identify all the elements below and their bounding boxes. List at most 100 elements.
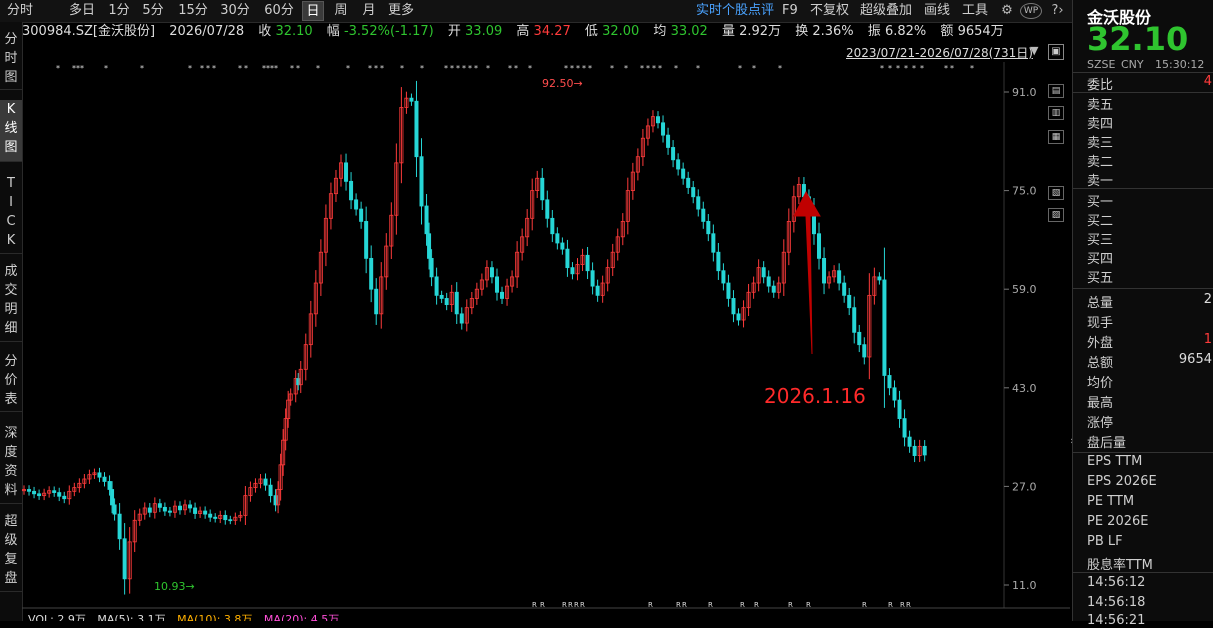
event-star-marker: * [380, 64, 384, 73]
candle-body [842, 282, 847, 296]
candle-body [731, 298, 736, 315]
y-tick-label: 59.0 [1012, 283, 1037, 296]
candle-body [761, 267, 766, 278]
candle-body [570, 267, 575, 275]
candle-body [112, 504, 117, 515]
stat-amount-label: 总额 [1087, 356, 1114, 371]
candle-body [540, 177, 545, 201]
chart-option-icon-3[interactable]: ▦ [1048, 130, 1064, 144]
candle-body [414, 100, 419, 158]
event-star-marker: * [912, 64, 916, 73]
candle-body [736, 313, 741, 321]
candle-body [62, 495, 67, 500]
event-star-marker: * [564, 64, 568, 73]
bid-3: 买三 [1087, 233, 1114, 248]
volume-bar: VOL: 2.9万 MA(5): 3.1万 MA(10): 3.8万 MA(20… [22, 612, 1072, 621]
currency-label: CNY [1121, 58, 1144, 71]
candle-body [223, 514, 228, 521]
candle-body [726, 282, 731, 299]
quote-panel: 金沃股份 32.10 SZSE CNY 15:30:12 委比 4 卖五 卖四 … [1072, 0, 1213, 628]
event-star-marker: * [582, 64, 586, 73]
quote-time: 15:30:12 [1155, 58, 1205, 71]
candle-body [550, 217, 555, 235]
current-price: 32.10 [1087, 20, 1189, 58]
candle-body [907, 436, 912, 447]
candle-body [434, 276, 439, 296]
event-star-marker: * [140, 64, 144, 73]
candle-body [701, 208, 706, 222]
candle-body [429, 257, 434, 278]
vol-ma10: MA(10): 3.8万 [177, 613, 253, 621]
candle-body [666, 134, 671, 148]
event-star-marker: * [674, 64, 678, 73]
event-star-marker: * [528, 64, 532, 73]
event-r-marker: R [580, 601, 585, 609]
candle-body [565, 248, 570, 269]
event-star-marker: * [456, 64, 460, 73]
candle-body [369, 257, 374, 290]
event-star-marker: * [570, 64, 574, 73]
candle-body [892, 387, 897, 401]
ratio-pb-lf: PB LF [1087, 534, 1123, 549]
high-price-label: 92.50→ [542, 77, 583, 90]
event-star-marker: * [576, 64, 580, 73]
candle-body [822, 257, 827, 284]
candle-body [359, 208, 364, 222]
stat-total-volume-label: 总量 [1087, 296, 1114, 311]
event-r-marker: R [682, 601, 687, 609]
candle-body [97, 472, 102, 478]
candle-body [494, 276, 499, 293]
annotation-arrow [793, 190, 821, 355]
ratio-eps-2026e: EPS 2026E [1087, 474, 1157, 489]
exchange-label: SZSE [1087, 58, 1116, 71]
tick-time-2: 14:56:18 [1087, 595, 1146, 610]
candle-body [107, 481, 112, 490]
candle-body [902, 418, 907, 438]
committee-ratio-value: 4 [1203, 74, 1212, 89]
committee-ratio-label: 委比 [1087, 78, 1114, 93]
stat-avg-label: 均价 [1087, 376, 1114, 391]
candle-body [454, 291, 459, 315]
event-star-marker: * [652, 64, 656, 73]
candle-body [419, 156, 424, 207]
candle-body [117, 513, 122, 540]
ask-3: 卖三 [1087, 136, 1114, 151]
chart-option-icon-4[interactable]: ▧ [1048, 186, 1064, 200]
ask-4: 卖四 [1087, 117, 1114, 132]
candle-body [862, 344, 867, 358]
event-star-marker: * [588, 64, 592, 73]
chart-option-icon-5[interactable]: ▨ [1048, 208, 1064, 222]
event-r-marker: R [900, 601, 905, 609]
event-r-marker: R [708, 601, 713, 609]
candle-body [444, 298, 449, 306]
event-star-marker: * [200, 64, 204, 73]
event-star-marker: * [896, 64, 900, 73]
annotation-date-label: 2026.1.16 [764, 384, 866, 408]
event-star-marker: * [290, 64, 294, 73]
candle-body [213, 516, 218, 519]
event-r-marker: R [862, 601, 867, 609]
chart-option-icon-1[interactable]: ▤ [1048, 84, 1064, 98]
event-star-marker: * [696, 64, 700, 73]
bid-4: 买四 [1087, 252, 1114, 267]
ratio-pe-2026e: PE 2026E [1087, 514, 1149, 529]
candle-body [555, 233, 560, 244]
candle-body [696, 196, 701, 210]
candle-body [545, 199, 550, 219]
candle-body [439, 294, 444, 299]
event-star-marker: * [188, 64, 192, 73]
candle-body [110, 489, 115, 506]
event-star-marker: * [296, 64, 300, 73]
candle-body [102, 476, 107, 482]
candle-body [162, 506, 167, 512]
candle-body [409, 97, 414, 102]
event-star-marker: * [752, 64, 756, 73]
stat-current-hand-label: 现手 [1087, 316, 1114, 331]
candle-body [427, 233, 432, 259]
candle-body [897, 399, 902, 420]
kline-chart[interactable]: 91.0 75.0 59.0 43.0 27.0 11.0 92.50→ 10.93→ 2026… [0, 0, 1070, 621]
event-r-marker: R [788, 601, 793, 609]
chart-option-icon-2[interactable]: ▥ [1048, 106, 1064, 120]
event-star-marker: * [624, 64, 628, 73]
vol-ma20: MA(20): 4.5万 [263, 613, 340, 621]
